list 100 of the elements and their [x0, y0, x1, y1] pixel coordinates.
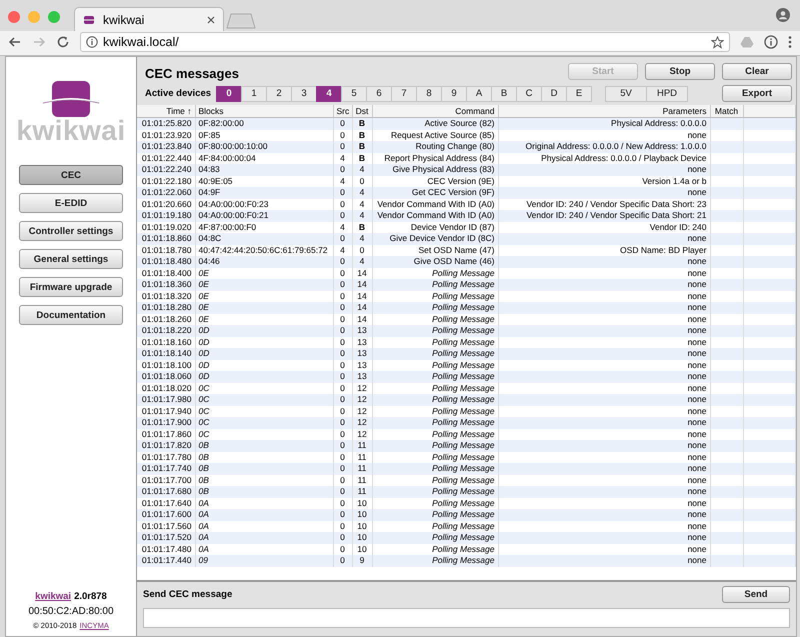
browser-tab[interactable]: kwikwai: [74, 7, 224, 31]
table-cell: 14: [352, 279, 372, 290]
nav-button[interactable]: Firmware upgrade: [19, 277, 123, 297]
table-cell: 14: [352, 302, 372, 314]
nav-button[interactable]: Controller settings: [19, 221, 123, 241]
device-button[interactable]: 9: [441, 86, 468, 102]
table-cell: 01:01:18.140: [137, 348, 195, 360]
device-button[interactable]: D: [541, 86, 568, 102]
table-cell: 04:A0:00:00:F0:21: [195, 210, 333, 222]
action-button[interactable]: Export: [722, 85, 792, 102]
column-header[interactable]: Time ↑: [137, 105, 195, 118]
table-cell: 0D: [195, 348, 333, 360]
table-cell: 0: [333, 348, 352, 360]
table-cell: Polling Message: [372, 417, 498, 428]
table-cell: 0: [333, 463, 352, 474]
table-cell: 01:01:17.520: [137, 532, 195, 544]
device-button[interactable]: 4: [316, 86, 342, 102]
column-header[interactable]: Blocks: [195, 105, 333, 118]
table-cell: Polling Message: [372, 486, 498, 498]
device-button[interactable]: B: [491, 86, 518, 102]
bookmark-star-icon[interactable]: [711, 36, 724, 48]
table-cell: Physical Address: 0.0.0.0: [498, 118, 710, 130]
device-button[interactable]: 6: [366, 86, 392, 102]
table-cell: none: [498, 394, 710, 406]
reload-icon[interactable]: [56, 35, 70, 49]
table-cell: 04:46: [195, 256, 333, 268]
device-button[interactable]: E: [566, 86, 592, 102]
close-tab-icon[interactable]: [207, 16, 215, 24]
logo-icon: [41, 79, 101, 119]
nav-button[interactable]: E-EDID: [19, 193, 123, 213]
table-cell: none: [498, 532, 710, 544]
device-button[interactable]: A: [466, 86, 492, 102]
column-header[interactable]: Parameters: [498, 105, 710, 118]
page-title: CEC messages: [145, 66, 239, 81]
device-button[interactable]: 2: [266, 86, 292, 102]
message-input[interactable]: [143, 608, 790, 628]
info-icon[interactable]: [764, 35, 778, 49]
back-icon[interactable]: [8, 35, 22, 49]
nav-button[interactable]: Documentation: [19, 305, 123, 325]
close-window-icon[interactable]: [8, 10, 20, 22]
product-link[interactable]: kwikwai: [35, 591, 72, 602]
table-cell: 0B: [195, 486, 333, 498]
table-cell: 13: [352, 371, 372, 382]
table-cell: 01:01:22.240: [137, 164, 195, 176]
column-header[interactable]: Dst: [352, 105, 372, 118]
device-button[interactable]: 3: [291, 86, 318, 102]
table-cell: none: [498, 233, 710, 244]
device-button[interactable]: 8: [416, 86, 442, 102]
table-cell: 4: [352, 187, 372, 198]
table-cell: 0: [333, 210, 352, 222]
device-button[interactable]: C: [516, 86, 542, 102]
table-cell: 0: [333, 486, 352, 498]
table-cell: Polling Message: [372, 509, 498, 520]
table-cell: 0C: [195, 417, 333, 428]
column-header[interactable]: Match: [710, 105, 743, 118]
column-header[interactable]: Src: [333, 105, 352, 118]
nav-button[interactable]: General settings: [19, 249, 123, 269]
table-cell: 0: [333, 141, 352, 152]
action-button[interactable]: Clear: [722, 63, 792, 80]
table-cell: Polling Message: [372, 371, 498, 382]
table-cell: 0: [333, 371, 352, 382]
table-cell: 0: [333, 256, 352, 268]
table-cell: 0: [333, 394, 352, 406]
table-cell: 0B: [195, 440, 333, 452]
table-cell: Polling Message: [372, 279, 498, 290]
table-cell: 0F:82:00:00: [195, 118, 333, 130]
device-button[interactable]: 5: [341, 86, 368, 102]
table-cell: 01:01:18.360: [137, 279, 195, 290]
address-field[interactable]: kwikwai.local/: [80, 32, 730, 52]
table-cell: Vendor ID: 240 / Vendor Specific Data Short: 21: [498, 210, 710, 222]
device-button[interactable]: 1: [241, 86, 268, 102]
table-cell: B: [352, 141, 372, 152]
table-cell: none: [498, 417, 710, 428]
signal-button[interactable]: HPD: [646, 86, 688, 102]
send-button[interactable]: Send: [722, 586, 790, 603]
table-cell: 0D: [195, 325, 333, 336]
table-cell: 11: [352, 440, 372, 452]
table-cell: none: [498, 486, 710, 498]
table-cell: 4: [352, 233, 372, 244]
device-button[interactable]: 0: [216, 86, 242, 102]
menu-icon[interactable]: [788, 35, 792, 49]
table-cell: 01:01:22.060: [137, 187, 195, 198]
table-cell: 01:01:25.820: [137, 118, 195, 130]
action-button[interactable]: Stop: [645, 63, 715, 80]
table-cell: Routing Change (80): [372, 141, 498, 152]
table-cell: 10: [352, 509, 372, 520]
table-cell: 13: [352, 325, 372, 336]
device-button[interactable]: 7: [391, 86, 418, 102]
nav-button[interactable]: CEC: [19, 165, 123, 185]
profile-icon[interactable]: [776, 8, 790, 22]
column-header[interactable]: Command: [372, 105, 498, 118]
table-cell: Give OSD Name (46): [372, 256, 498, 268]
signal-button[interactable]: 5V: [605, 86, 648, 102]
table-cell: Polling Message: [372, 325, 498, 336]
table-cell: none: [498, 256, 710, 268]
table-cell: 0D: [195, 371, 333, 382]
table-cell: 13: [352, 348, 372, 360]
table-cell: 01:01:17.680: [137, 486, 195, 498]
mac-address: 00:50:C2:AD:80:00: [28, 606, 114, 617]
send-label: Send CEC message: [143, 589, 232, 600]
